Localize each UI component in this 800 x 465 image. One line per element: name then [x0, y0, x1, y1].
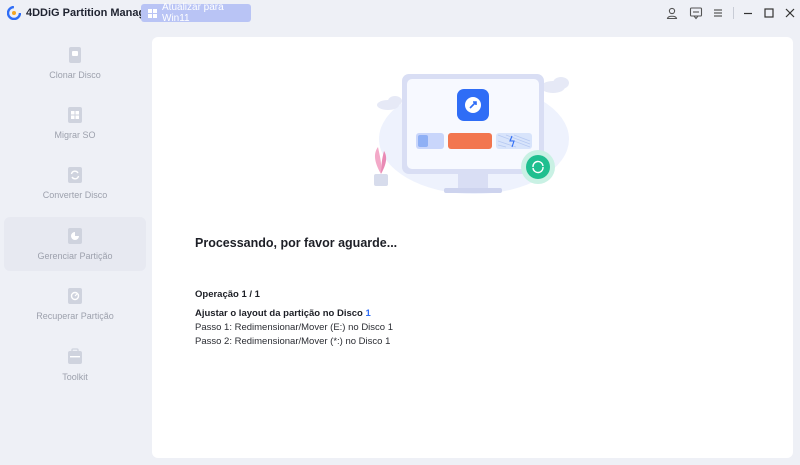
- recover-partition-icon: [68, 288, 82, 304]
- app-logo-icon: [7, 6, 21, 20]
- sidebar-item-label: Gerenciar Partição: [37, 251, 113, 261]
- toolkit-icon: [68, 348, 82, 364]
- maximize-icon[interactable]: [762, 6, 776, 20]
- step-item: Passo 2: Redimensionar/Mover (*:) no Dis…: [195, 336, 391, 347]
- sidebar: Clonar Disco Migrar SO Converter Disco G…: [0, 36, 148, 456]
- convert-disk-icon: [68, 167, 82, 183]
- sidebar-item-clone-disk[interactable]: Clonar Disco: [4, 36, 146, 90]
- processing-illustration: [374, 74, 569, 194]
- upgrade-win11-button[interactable]: Atualizar para Win11: [141, 2, 251, 24]
- upgrade-label: Atualizar para Win11: [162, 2, 224, 24]
- app-title: 4DDiG Partition Manager: [26, 7, 156, 19]
- sidebar-item-label: Converter Disco: [42, 190, 108, 200]
- task-title: Ajustar o layout da partição no Disco 1: [195, 308, 371, 319]
- main-panel: Processando, por favor aguarde... Operaç…: [152, 37, 793, 458]
- task-disk-number: 1: [365, 308, 371, 319]
- windows-icon: [148, 8, 157, 18]
- sidebar-item-label: Toolkit: [62, 372, 88, 382]
- task-title-text: Ajustar o layout da partição no Disco: [195, 308, 366, 319]
- manage-partition-icon: [68, 228, 82, 244]
- sidebar-item-recover-partition[interactable]: Recuperar Partição: [4, 277, 146, 331]
- sidebar-item-convert-disk[interactable]: Converter Disco: [4, 156, 146, 210]
- user-icon[interactable]: [665, 6, 679, 20]
- migrate-os-icon: [68, 107, 82, 123]
- feedback-icon[interactable]: [689, 6, 703, 20]
- titlebar-divider: [733, 7, 734, 19]
- clone-disk-icon: [69, 47, 81, 63]
- sidebar-item-label: Clonar Disco: [49, 70, 101, 80]
- operation-counter: Operação 1 / 1: [195, 289, 260, 300]
- menu-icon[interactable]: [711, 6, 725, 20]
- sidebar-item-manage-partition[interactable]: Gerenciar Partição: [4, 217, 146, 271]
- sidebar-item-toolkit[interactable]: Toolkit: [4, 338, 146, 392]
- step-item: Passo 1: Redimensionar/Mover (E:) no Dis…: [195, 322, 393, 333]
- sidebar-item-label: Migrar SO: [54, 130, 96, 140]
- sidebar-item-label: Recuperar Partição: [36, 311, 114, 321]
- close-icon[interactable]: [783, 6, 797, 20]
- sidebar-item-migrate-os[interactable]: Migrar SO: [4, 96, 146, 150]
- minimize-icon[interactable]: [741, 6, 755, 20]
- processing-message: Processando, por favor aguarde...: [195, 236, 398, 250]
- title-bar: 4DDiG Partition Manager Atualizar para W…: [0, 0, 800, 28]
